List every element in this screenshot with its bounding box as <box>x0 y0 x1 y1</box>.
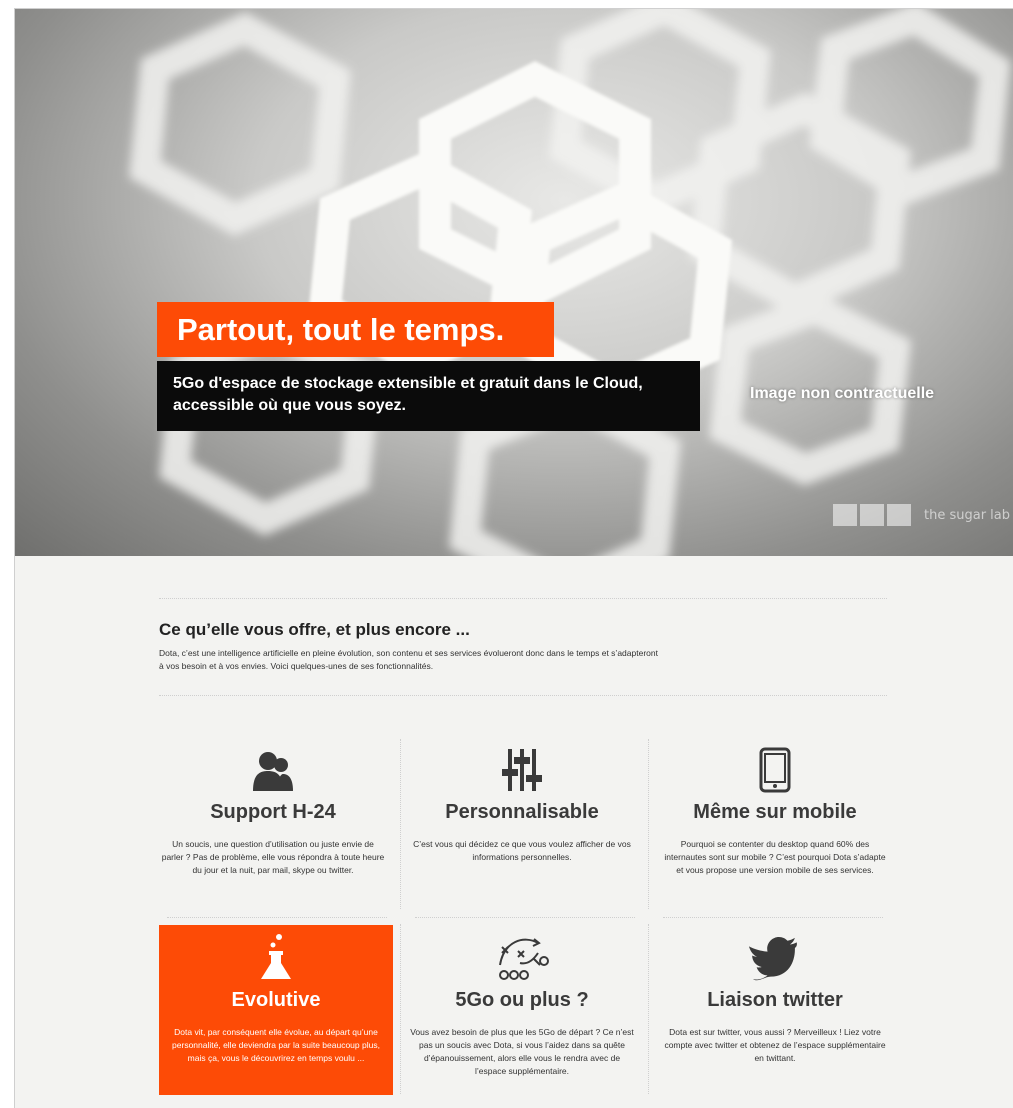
section-title: Ce qu’elle vous offre, et plus encore ..… <box>159 620 470 639</box>
feature-title: Evolutive <box>231 989 321 1011</box>
row-separator <box>167 917 387 918</box>
watermark-square-icon <box>887 504 911 526</box>
section-intro-text: Dota, c’est une intelligence artificiell… <box>159 648 658 671</box>
mobile-icon <box>658 745 892 793</box>
column-separator <box>400 739 401 909</box>
feature-description: Un soucis, une question d’utilisation ou… <box>161 839 385 875</box>
feature-support: Support H-24 Un soucis, une question d’u… <box>156 745 390 877</box>
feature-description: C’est vous qui décidez ce que vous voule… <box>413 839 631 862</box>
feature-title: Personnalisable <box>445 801 599 823</box>
feature-description: Dota est sur twitter, vous aussi ? Merve… <box>664 1027 886 1063</box>
sliders-icon <box>405 745 639 793</box>
column-separator <box>648 924 649 1094</box>
watermark-text: the sugar lab <box>924 507 1011 523</box>
feature-storage: 5Go ou plus ? Vous avez besoin de plus q… <box>405 933 639 1078</box>
feature-title: Support H-24 <box>210 801 336 823</box>
feature-description: Vous avez besoin de plus que les 5Go de … <box>410 1027 634 1076</box>
page-frame: Partout, tout le temps. 5Go d'espace de … <box>14 8 1013 1108</box>
feature-title: Même sur mobile <box>693 801 857 823</box>
watermark-square-icon <box>833 504 857 526</box>
feature-title: Liaison twitter <box>707 989 843 1011</box>
users-icon <box>156 745 390 793</box>
column-separator <box>648 739 649 909</box>
feature-evolutive: Evolutive Dota vit, par conséquent elle … <box>159 925 393 1095</box>
image-disclaimer: Image non contractuelle <box>750 385 935 402</box>
feature-description: Pourquoi se contenter du desktop quand 6… <box>664 839 886 875</box>
hero-subtitle-line-2: accessible où que vous soyez. <box>173 397 406 414</box>
strategy-icon <box>405 933 639 981</box>
column-separator <box>400 924 401 1094</box>
row-separator <box>663 917 883 918</box>
hero-subtitle: 5Go d'espace de stockage extensible et g… <box>157 361 700 431</box>
hero-title: Partout, tout le temps. <box>157 302 554 357</box>
feature-personalisable: Personnalisable C’est vous qui décidez c… <box>405 745 639 864</box>
feature-title: 5Go ou plus ? <box>455 989 589 1011</box>
feature-mobile: Même sur mobile Pourquoi se contenter du… <box>658 745 892 877</box>
flask-icon <box>159 933 393 981</box>
hero-banner: Partout, tout le temps. 5Go d'espace de … <box>15 9 1013 556</box>
divider <box>159 598 887 599</box>
feature-description: Dota vit, par conséquent elle évolue, au… <box>172 1027 380 1063</box>
row-separator <box>415 917 635 918</box>
feature-twitter: Liaison twitter Dota est sur twitter, vo… <box>658 933 892 1065</box>
twitter-bird-icon <box>658 933 892 981</box>
hero-background-image <box>129 9 1011 556</box>
watermark-square-icon <box>860 504 884 526</box>
sugar-lab-watermark: the sugar lab <box>833 504 1010 526</box>
hero-subtitle-line-1: 5Go d'espace de stockage extensible et g… <box>173 375 643 392</box>
divider <box>159 695 887 696</box>
